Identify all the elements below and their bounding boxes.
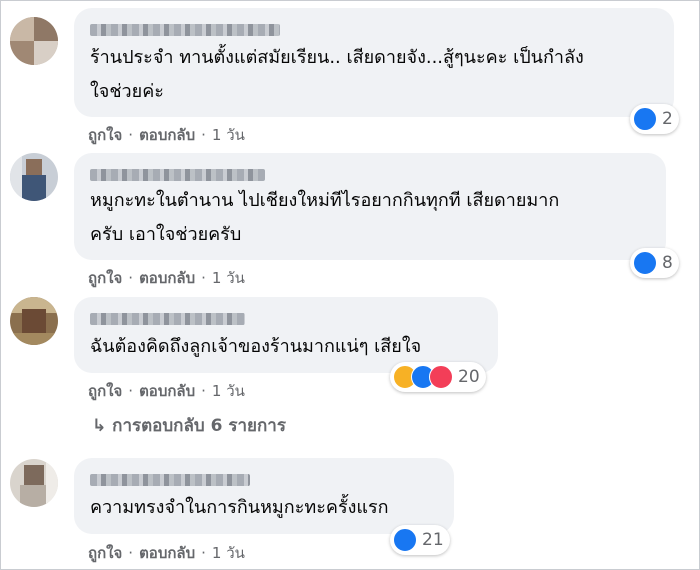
commenter-name[interactable] [90, 474, 250, 486]
timestamp[interactable]: 1 วัน [212, 126, 245, 144]
reaction-count: 2 [662, 109, 673, 129]
like-button[interactable]: ถูกใจ [88, 544, 122, 562]
like-button[interactable]: ถูกใจ [88, 269, 122, 287]
commenter-name[interactable] [90, 313, 245, 325]
like-button[interactable]: ถูกใจ [88, 126, 122, 144]
avatar[interactable] [10, 459, 58, 507]
like-icon [393, 528, 417, 552]
comment-text-line: ครับ เอาใจช่วยครับ [90, 224, 242, 245]
comment-actions: ถูกใจ · ตอบกลับ · 1 วัน [88, 544, 245, 562]
comment-text-line: ความทรงจำในการกินหมูกะทะครั้งแรก [90, 497, 389, 518]
love-icon [429, 365, 453, 389]
view-replies-link[interactable]: ↳ การตอบกลับ 6 รายการ [92, 412, 286, 439]
reply-button[interactable]: ตอบกลับ [139, 126, 195, 144]
reaction-summary[interactable]: 21 [390, 525, 450, 555]
comment-actions: ถูกใจ · ตอบกลับ · 1 วัน [88, 269, 245, 287]
comment-bubble: ร้านประจำ ทานตั้งแต่สมัยเรียน.. เสียดายจ… [74, 8, 674, 117]
comment-bubble: ความทรงจำในการกินหมูกะทะครั้งแรก [74, 458, 454, 534]
comment-text-line: ร้านประจำ ทานตั้งแต่สมัยเรียน.. เสียดายจ… [90, 47, 584, 68]
reaction-summary[interactable]: 2 [630, 104, 679, 134]
reply-button[interactable]: ตอบกลับ [139, 269, 195, 287]
like-icon [633, 251, 657, 275]
like-button[interactable]: ถูกใจ [88, 382, 122, 400]
replies-label: การตอบกลับ 6 รายการ [112, 416, 286, 436]
comment-text-line: ฉันต้องคิดถึงลูกเจ้าของร้านมากแน่ๆ เสียใ… [90, 336, 422, 357]
timestamp[interactable]: 1 วัน [212, 544, 245, 562]
reply-button[interactable]: ตอบกลับ [139, 544, 195, 562]
comment-text: ฉันต้องคิดถึงลูกเจ้าของร้านมากแน่ๆ เสียใ… [90, 330, 421, 364]
avatar[interactable] [10, 17, 58, 65]
timestamp[interactable]: 1 วัน [212, 382, 245, 400]
reaction-count: 20 [458, 367, 480, 387]
comment-text: ความทรงจำในการกินหมูกะทะครั้งแรก [90, 491, 389, 525]
comment-text: ร้านประจำ ทานตั้งแต่สมัยเรียน.. เสียดายจ… [90, 41, 584, 109]
comment-text-line: หมูกะทะในตำนาน ไปเชียงใหม่ทีไรอยากกินทุก… [90, 190, 560, 211]
comment-text-line: ใจช่วยค่ะ [90, 81, 164, 102]
reaction-summary[interactable]: 20 [390, 362, 486, 392]
avatar[interactable] [10, 153, 58, 201]
reaction-count: 21 [422, 530, 444, 550]
reply-arrow-icon: ↳ [92, 416, 107, 436]
comment-text: หมูกะทะในตำนาน ไปเชียงใหม่ทีไรอยากกินทุก… [90, 184, 559, 252]
comment-bubble: หมูกะทะในตำนาน ไปเชียงใหม่ทีไรอยากกินทุก… [74, 153, 666, 260]
reaction-count: 8 [662, 253, 673, 273]
avatar[interactable] [10, 297, 58, 345]
like-icon [633, 107, 657, 131]
commenter-name[interactable] [90, 24, 280, 36]
reaction-summary[interactable]: 8 [630, 248, 679, 278]
comment-actions: ถูกใจ · ตอบกลับ · 1 วัน [88, 382, 245, 400]
comment-actions: ถูกใจ · ตอบกลับ · 1 วัน [88, 126, 245, 144]
commenter-name[interactable] [90, 169, 265, 181]
timestamp[interactable]: 1 วัน [212, 269, 245, 287]
reply-button[interactable]: ตอบกลับ [139, 382, 195, 400]
